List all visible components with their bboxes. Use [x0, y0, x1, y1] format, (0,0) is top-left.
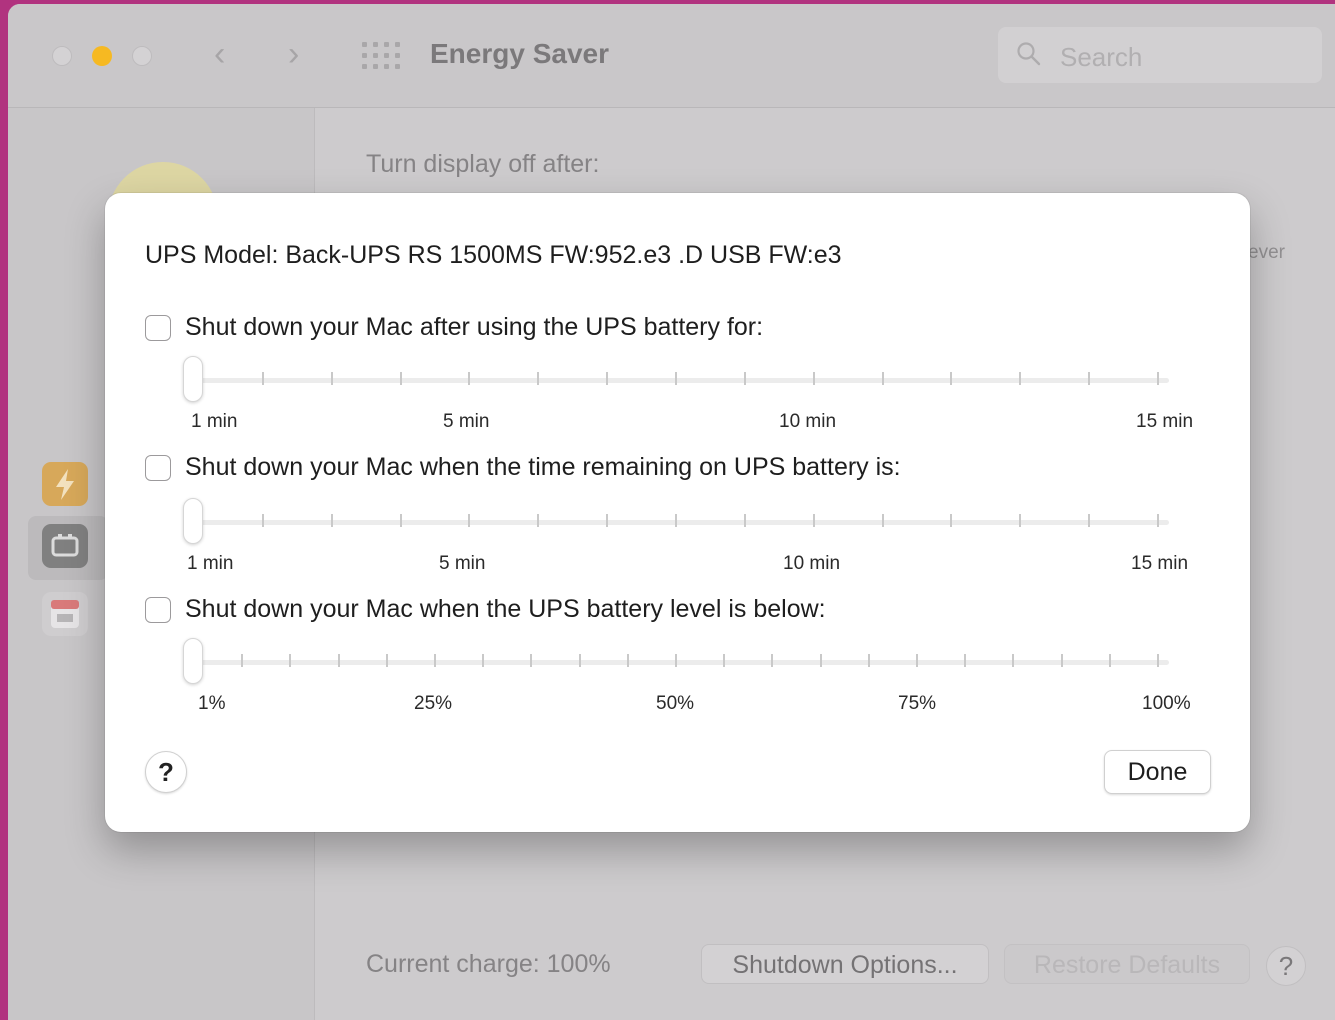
- close-window-button[interactable]: [52, 46, 72, 66]
- tick-label: 1 min: [187, 553, 234, 574]
- slider-tick: [330, 372, 333, 385]
- window-title: Energy Saver: [430, 38, 609, 69]
- slider-track: [193, 520, 1169, 525]
- slider-tick: [1157, 514, 1159, 527]
- slider-tick: [399, 514, 402, 527]
- slider-tick: [1088, 514, 1091, 527]
- tick-label: 5 min: [443, 411, 490, 432]
- tick-label: 1 min: [191, 411, 238, 432]
- back-chevron-icon[interactable]: ‹: [214, 34, 225, 74]
- slider-tick: [606, 372, 609, 385]
- tick-label: 25%: [414, 693, 453, 714]
- slider-tick: [1012, 654, 1015, 667]
- slider-tick: [867, 654, 870, 667]
- tick-label: 75%: [898, 693, 937, 714]
- slider-tick: [578, 654, 581, 667]
- never-tick-label: ever: [1248, 242, 1285, 263]
- slider-tick: [482, 654, 485, 667]
- search-field[interactable]: Search: [998, 27, 1322, 83]
- slider-tick: [916, 654, 918, 667]
- ups-icon[interactable]: [42, 524, 88, 568]
- slider-tick: [771, 654, 774, 667]
- slider-tick: [675, 514, 677, 527]
- slider-tick: [537, 514, 540, 527]
- slider-tick: [241, 654, 244, 667]
- shutdown-time-remaining-checkbox[interactable]: [145, 455, 171, 481]
- forward-chevron-icon[interactable]: ›: [288, 34, 299, 74]
- search-icon: [1017, 42, 1041, 66]
- slider-tick: [881, 372, 884, 385]
- slider-tick: [812, 372, 815, 385]
- slider-track: [193, 378, 1169, 383]
- slider-tick: [675, 372, 677, 385]
- slider-knob[interactable]: [183, 356, 203, 402]
- shutdown-after-battery-label: Shut down your Mac after using the UPS b…: [185, 313, 764, 341]
- slider-tick: [950, 372, 953, 385]
- slider-tick: [530, 654, 533, 667]
- slider-tick: [950, 514, 953, 527]
- title-bar: ‹ › Energy Saver Search: [8, 4, 1335, 108]
- shutdown-after-battery-checkbox[interactable]: [145, 315, 171, 341]
- slider-tick: [289, 654, 292, 667]
- slider-tick: [1019, 372, 1022, 385]
- slider-tick: [881, 514, 884, 527]
- tick-label: 50%: [656, 693, 695, 714]
- slider-tick: [1019, 514, 1022, 527]
- slider-tick: [337, 654, 340, 667]
- slider-knob[interactable]: [183, 638, 203, 684]
- tick-label: 1%: [198, 693, 226, 714]
- tick-label: 10 min: [783, 553, 841, 574]
- slider-tick: [261, 372, 264, 385]
- slider-knob[interactable]: [183, 498, 203, 544]
- tick-label: 5 min: [439, 553, 486, 574]
- slider-tick: [743, 372, 746, 385]
- slider-tick: [261, 514, 264, 527]
- slider-tick: [1060, 654, 1063, 667]
- slider-tick: [964, 654, 967, 667]
- minimize-window-button[interactable]: [92, 46, 112, 66]
- battery-bolt-icon[interactable]: [42, 462, 88, 506]
- slider-tick: [819, 654, 822, 667]
- slider-tick: [743, 514, 746, 527]
- display-off-label: Turn display off after:: [366, 150, 600, 178]
- shutdown-battery-level-checkbox[interactable]: [145, 597, 171, 623]
- search-placeholder: Search: [1060, 42, 1143, 72]
- help-button[interactable]: ?: [145, 751, 187, 793]
- slider-tick: [385, 654, 388, 667]
- ups-model-label: UPS Model: Back-UPS RS 1500MS FW:952.e3 …: [145, 241, 842, 269]
- slider-tick: [330, 514, 333, 527]
- slider-tick: [723, 654, 726, 667]
- shutdown-options-button[interactable]: Shutdown Options...: [701, 944, 989, 984]
- slider-tick: [626, 654, 629, 667]
- slider-tick: [468, 514, 471, 527]
- slider-tick: [399, 372, 402, 385]
- slider-tick: [434, 654, 436, 667]
- slider-tick: [812, 514, 815, 527]
- shutdown-time-remaining-slider[interactable]: [183, 498, 1169, 548]
- background-help-button[interactable]: ?: [1266, 946, 1306, 986]
- tick-label: 15 min: [1136, 411, 1194, 432]
- tick-label: 10 min: [779, 411, 837, 432]
- slider-tick: [1108, 654, 1111, 667]
- slider-tick: [1157, 654, 1159, 667]
- slider-tick: [468, 372, 471, 385]
- shutdown-time-remaining-label: Shut down your Mac when the time remaini…: [185, 453, 901, 481]
- tick-label: 15 min: [1131, 553, 1189, 574]
- shutdown-after-battery-slider[interactable]: [183, 356, 1169, 406]
- slider-tick: [537, 372, 540, 385]
- shutdown-battery-level-slider[interactable]: [183, 638, 1169, 688]
- slider-tick: [675, 654, 677, 667]
- restore-defaults-button[interactable]: Restore Defaults: [1004, 944, 1250, 984]
- show-all-grid-icon[interactable]: [362, 42, 400, 72]
- slider-tick: [1157, 372, 1159, 385]
- ups-shutdown-options-sheet: UPS Model: Back-UPS RS 1500MS FW:952.e3 …: [105, 193, 1250, 832]
- current-charge-label: Current charge: 100%: [366, 950, 611, 978]
- slider-tick: [1088, 372, 1091, 385]
- done-button[interactable]: Done: [1104, 750, 1211, 794]
- schedule-calendar-icon[interactable]: [42, 592, 88, 636]
- slider-tick: [606, 514, 609, 527]
- zoom-window-button[interactable]: [132, 46, 152, 66]
- shutdown-battery-level-label: Shut down your Mac when the UPS battery …: [185, 595, 826, 623]
- tick-label: 100%: [1142, 693, 1191, 714]
